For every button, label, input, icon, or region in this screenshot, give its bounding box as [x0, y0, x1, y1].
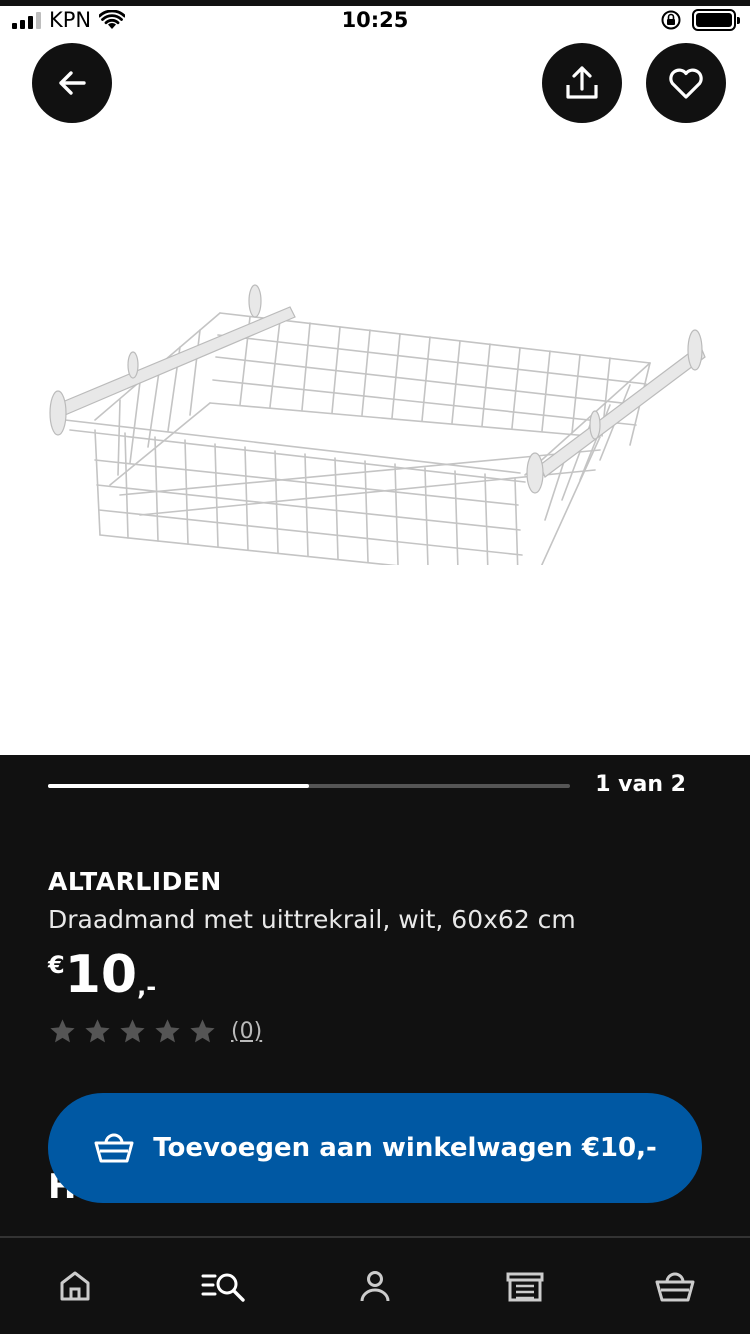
nav-stores[interactable]: [495, 1256, 555, 1316]
heart-icon: [669, 68, 703, 99]
add-to-cart-label: Toevoegen aan winkelwagen €10,-: [153, 1133, 657, 1163]
share-button[interactable]: [542, 43, 622, 123]
bottom-navigation: [0, 1236, 750, 1334]
star-icon: [50, 1019, 75, 1043]
basket-icon: [94, 1133, 134, 1163]
status-time: 10:25: [341, 8, 409, 32]
status-bar: KPN 10:25: [0, 6, 750, 40]
review-count-link[interactable]: (0): [231, 1019, 262, 1044]
gallery-page-indicator: 1 van 2: [595, 772, 686, 797]
store-icon: [506, 1272, 544, 1302]
profile-icon: [360, 1271, 390, 1302]
product-price: € 10 ,-: [48, 945, 156, 1001]
gallery-progress-fill: [48, 784, 309, 788]
product-gallery[interactable]: [0, 40, 750, 755]
share-icon: [566, 66, 598, 99]
star-icon: [85, 1019, 110, 1043]
gallery-progress-bar: [48, 784, 570, 788]
price-suffix: ,-: [137, 973, 157, 1001]
arrow-left-icon: [59, 71, 86, 95]
star-icon: [120, 1019, 145, 1043]
product-rating[interactable]: (0): [48, 1017, 262, 1046]
product-image-wire-basket: [49, 284, 706, 565]
nav-search[interactable]: [195, 1256, 255, 1316]
star-icon: [190, 1019, 215, 1043]
nav-cart[interactable]: [645, 1256, 705, 1316]
home-icon: [60, 1271, 90, 1301]
favorite-button[interactable]: [646, 43, 726, 123]
product-description: Draadmand met uittrekrail, wit, 60x62 cm: [48, 905, 576, 934]
nav-profile[interactable]: [345, 1256, 405, 1316]
search-icon: [201, 1273, 245, 1302]
add-to-cart-button[interactable]: Toevoegen aan winkelwagen €10,-: [48, 1093, 702, 1203]
star-icon: [155, 1019, 180, 1043]
product-brand: ALTARLIDEN: [48, 867, 222, 896]
back-button[interactable]: [32, 43, 112, 123]
nav-home[interactable]: [45, 1256, 105, 1316]
price-amount: 10: [64, 945, 138, 1005]
battery-icon: [692, 9, 740, 31]
basket-icon: [655, 1272, 695, 1302]
status-right: [660, 9, 740, 31]
price-currency: €: [48, 951, 65, 979]
orientation-lock-icon: [661, 10, 681, 30]
